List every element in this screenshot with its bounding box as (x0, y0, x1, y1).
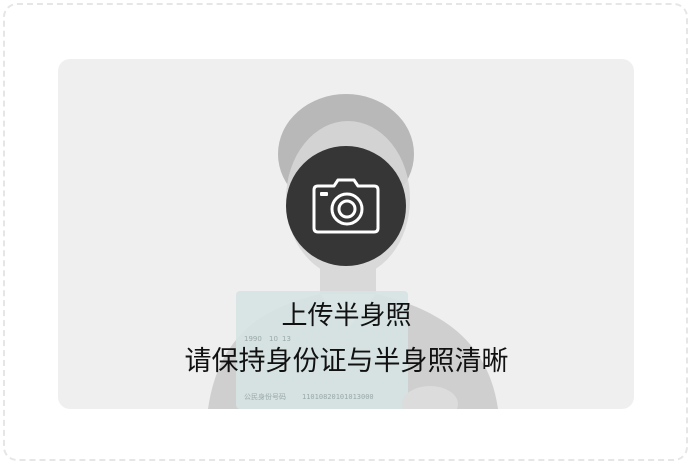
camera-button[interactable] (286, 146, 406, 266)
camera-icon (312, 178, 380, 234)
id-birth-day: 13 (282, 335, 291, 343)
id-birth-year: 1990 (244, 335, 262, 343)
upload-hint: 请保持身份证与半身照清晰 (184, 346, 509, 377)
id-number-label: 公民身份号码 (244, 392, 286, 401)
upload-title: 上传半身照 (281, 301, 412, 331)
id-birth-month: 10 (269, 335, 278, 343)
id-number: 11010820101013000 (302, 393, 374, 401)
